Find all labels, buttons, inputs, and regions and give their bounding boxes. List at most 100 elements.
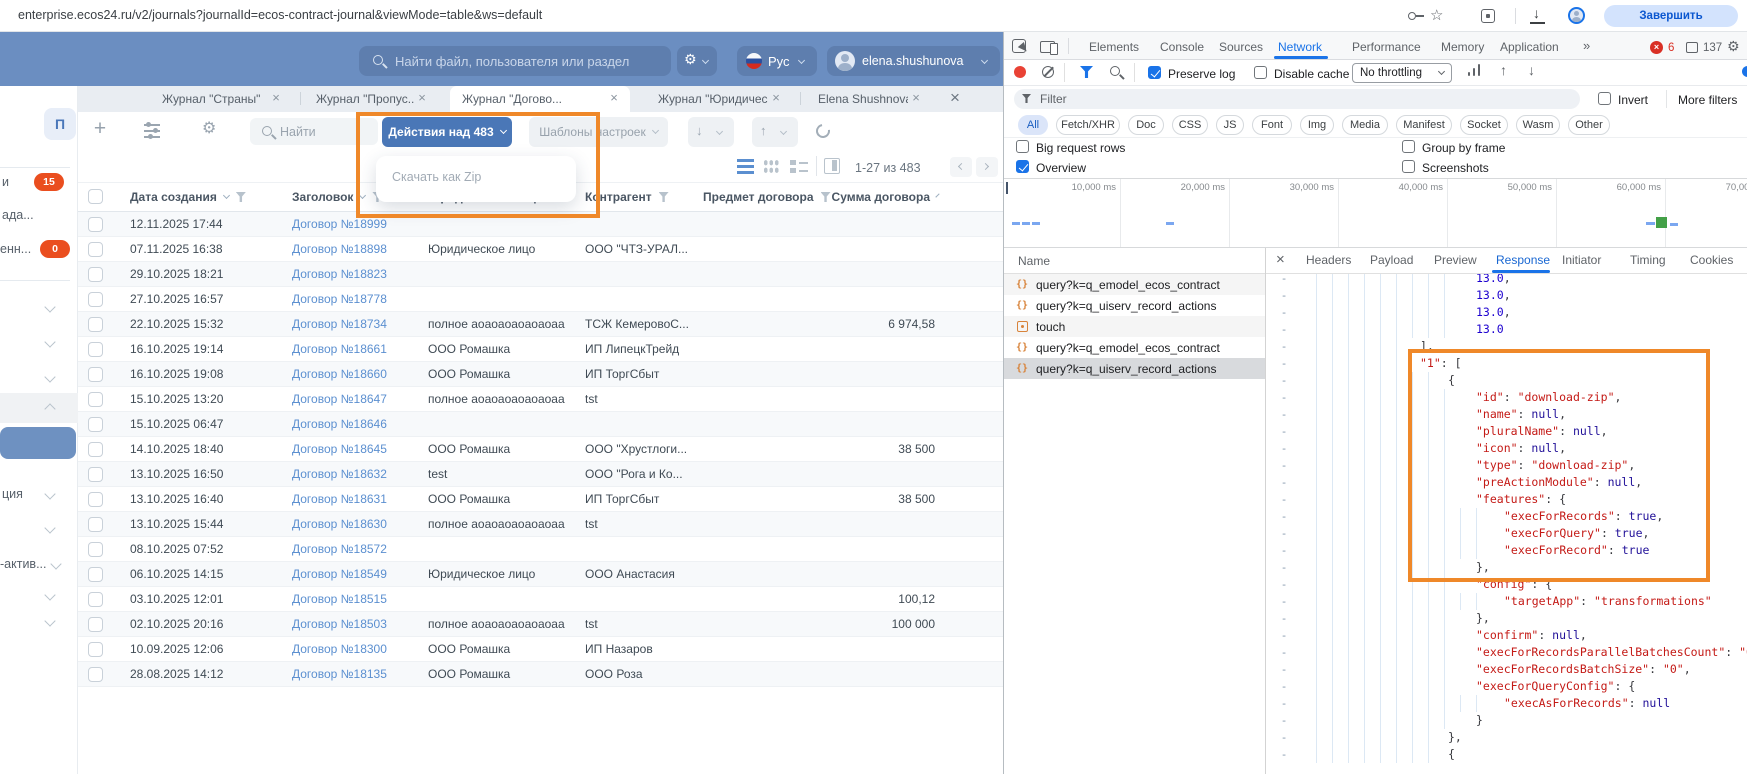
table-row[interactable]: 13.10.2025 16:40Договор №18631ООО Ромашк… <box>78 487 1003 512</box>
column-header[interactable]: Дата создания <box>130 189 246 205</box>
close-detail-icon[interactable]: × <box>1276 251 1285 268</box>
detail-tab-preview[interactable]: Preview <box>1434 253 1477 267</box>
document-link[interactable]: Договор №18647 <box>292 392 420 408</box>
console-message-icon[interactable] <box>1686 42 1698 53</box>
network-request-row[interactable]: touch <box>1004 316 1265 337</box>
network-filter-chip-css[interactable]: CSS <box>1172 115 1208 135</box>
next-page-button[interactable] <box>976 157 998 177</box>
disable-cache-checkbox[interactable] <box>1254 66 1267 79</box>
app-tab[interactable]: Журнал "Пропус...× <box>304 86 438 112</box>
devtools-panel-border[interactable] <box>1003 32 1004 774</box>
big-request-rows-checkbox[interactable] <box>1016 140 1029 153</box>
tab-close-icon[interactable]: × <box>268 90 284 106</box>
sidebar-item-expanded[interactable] <box>0 393 78 423</box>
devtools-tab-console[interactable]: Console <box>1160 40 1204 54</box>
filter-funnel-icon[interactable] <box>659 192 669 202</box>
network-request-row[interactable]: {}query?k=q_uiserv_record_actions <box>1004 295 1265 316</box>
table-row[interactable]: 10.09.2025 12:06Договор №18300ООО Ромашк… <box>78 637 1003 662</box>
network-filter-chip-media[interactable]: Media <box>1342 115 1388 135</box>
sidebar-item[interactable]: енн... <box>0 242 38 258</box>
grid-view-icon[interactable] <box>763 159 779 174</box>
error-badge-icon[interactable]: × <box>1650 41 1663 54</box>
document-link[interactable]: Договор №18135 <box>292 667 420 683</box>
document-link[interactable]: Договор №18549 <box>292 567 420 583</box>
table-row[interactable]: 15.10.2025 06:47Договор №18646 <box>78 412 1003 437</box>
export-button[interactable]: ↓ <box>688 117 734 147</box>
row-checkbox[interactable] <box>88 317 103 332</box>
user-menu[interactable]: elena.shushunova <box>827 46 1000 76</box>
table-row[interactable]: 27.10.2025 16:57Договор №18778 <box>78 287 1003 312</box>
detail-tab-payload[interactable]: Payload <box>1370 253 1413 267</box>
document-link[interactable]: Договор №18300 <box>292 642 420 658</box>
screenshots-checkbox[interactable] <box>1402 160 1415 173</box>
tab-close-icon[interactable]: × <box>908 90 924 106</box>
select-all-checkbox[interactable] <box>88 189 103 204</box>
document-link[interactable]: Договор №18898 <box>292 242 420 258</box>
sidebar-item[interactable]: ция <box>2 487 34 503</box>
row-checkbox[interactable] <box>88 442 103 457</box>
row-checkbox[interactable] <box>88 542 103 557</box>
table-row[interactable]: 13.10.2025 15:44Договор №18630полное аоа… <box>78 512 1003 537</box>
network-filter-chip-fetch-xhr[interactable]: Fetch/XHR <box>1056 115 1120 135</box>
sort-chevron-icon[interactable] <box>223 192 230 199</box>
network-filter-chip-other[interactable]: Other <box>1568 115 1610 135</box>
row-checkbox[interactable] <box>88 517 103 532</box>
browser-url-bar[interactable]: enterprise.ecos24.ru/v2/journals?journal… <box>0 0 1747 32</box>
preserve-log-checkbox[interactable] <box>1148 66 1161 79</box>
devtools-settings-gear-icon[interactable]: ⚙ <box>1727 38 1740 55</box>
table-row[interactable]: 16.10.2025 19:08Договор №18660ООО Ромашк… <box>78 362 1003 387</box>
network-request-row[interactable]: {}query?k=q_emodel_ecos_contract <box>1004 337 1265 358</box>
sidebar-item[interactable]: ада... <box>2 208 46 224</box>
tab-close-icon[interactable]: × <box>606 90 622 106</box>
devtools-tab-elements[interactable]: Elements <box>1089 40 1139 54</box>
close-all-tabs-icon[interactable]: × <box>944 86 966 110</box>
table-row[interactable]: 29.10.2025 18:21Договор №18823 <box>78 262 1003 287</box>
document-link[interactable]: Договор №18661 <box>292 342 420 358</box>
row-checkbox[interactable] <box>88 592 103 607</box>
row-checkbox[interactable] <box>88 292 103 307</box>
row-checkbox[interactable] <box>88 492 103 507</box>
table-row[interactable]: 16.10.2025 19:14Договор №18661ООО Ромашк… <box>78 337 1003 362</box>
app-tab[interactable]: Elena Shushnova× <box>806 86 932 112</box>
app-tab-active[interactable]: Журнал "Догово...× <box>450 86 630 112</box>
inspect-element-icon[interactable] <box>1012 39 1026 53</box>
bookmark-star-icon[interactable]: ☆ <box>1430 6 1443 24</box>
tab-close-icon[interactable]: × <box>768 90 784 106</box>
row-checkbox[interactable] <box>88 642 103 657</box>
network-filter-chip-doc[interactable]: Doc <box>1128 115 1164 135</box>
column-header[interactable]: Предмет договора <box>703 189 831 205</box>
finish-update-button[interactable]: Завершить обновление <box>1604 5 1738 27</box>
document-link[interactable]: Договор №18630 <box>292 517 420 533</box>
network-filter-chip-wasm[interactable]: Wasm <box>1516 115 1560 135</box>
network-filter-chip-img[interactable]: Img <box>1300 115 1334 135</box>
network-filter-input[interactable] <box>1014 89 1580 109</box>
row-checkbox[interactable] <box>88 267 103 282</box>
import-har-icon[interactable]: ↑ <box>1500 62 1507 78</box>
list-view-icon[interactable] <box>737 159 754 174</box>
app-tab[interactable]: Журнал "Юридическ...× <box>646 86 792 112</box>
detail-tab-initiator[interactable]: Initiator <box>1562 253 1601 267</box>
filter-funnel-icon[interactable] <box>821 192 831 202</box>
import-button[interactable]: ↑ <box>752 117 798 147</box>
row-checkbox[interactable] <box>88 242 103 257</box>
network-filter-chip-font[interactable]: Font <box>1252 115 1292 135</box>
document-link[interactable]: Договор №18503 <box>292 617 420 633</box>
request-name-column-header[interactable]: Name <box>1018 254 1050 268</box>
table-row[interactable]: 22.10.2025 15:32Договор №18734полное аоа… <box>78 312 1003 337</box>
detail-tab-cookies[interactable]: Cookies <box>1690 253 1733 267</box>
table-row[interactable]: 14.10.2025 18:40Договор №18645ООО Ромашк… <box>78 437 1003 462</box>
network-filter-chip-js[interactable]: JS <box>1216 115 1244 135</box>
tab-close-icon[interactable]: × <box>414 90 430 106</box>
table-settings-gear-icon[interactable]: ⚙ <box>202 118 216 138</box>
row-checkbox[interactable] <box>88 667 103 682</box>
global-search-input[interactable] <box>359 46 671 76</box>
profile-icon[interactable] <box>1568 7 1585 24</box>
document-link[interactable]: Договор №18823 <box>292 267 420 283</box>
network-conditions-icon[interactable] <box>1468 64 1482 76</box>
side-panel-view-icon[interactable] <box>824 158 840 174</box>
network-filter-chip-all[interactable]: All <box>1018 115 1048 135</box>
clear-network-icon[interactable] <box>1042 66 1054 78</box>
network-filter-chip-manifest[interactable]: Manifest <box>1396 115 1452 135</box>
document-link[interactable]: Договор №18646 <box>292 417 420 433</box>
devtools-tab-sources[interactable]: Sources <box>1219 40 1263 54</box>
